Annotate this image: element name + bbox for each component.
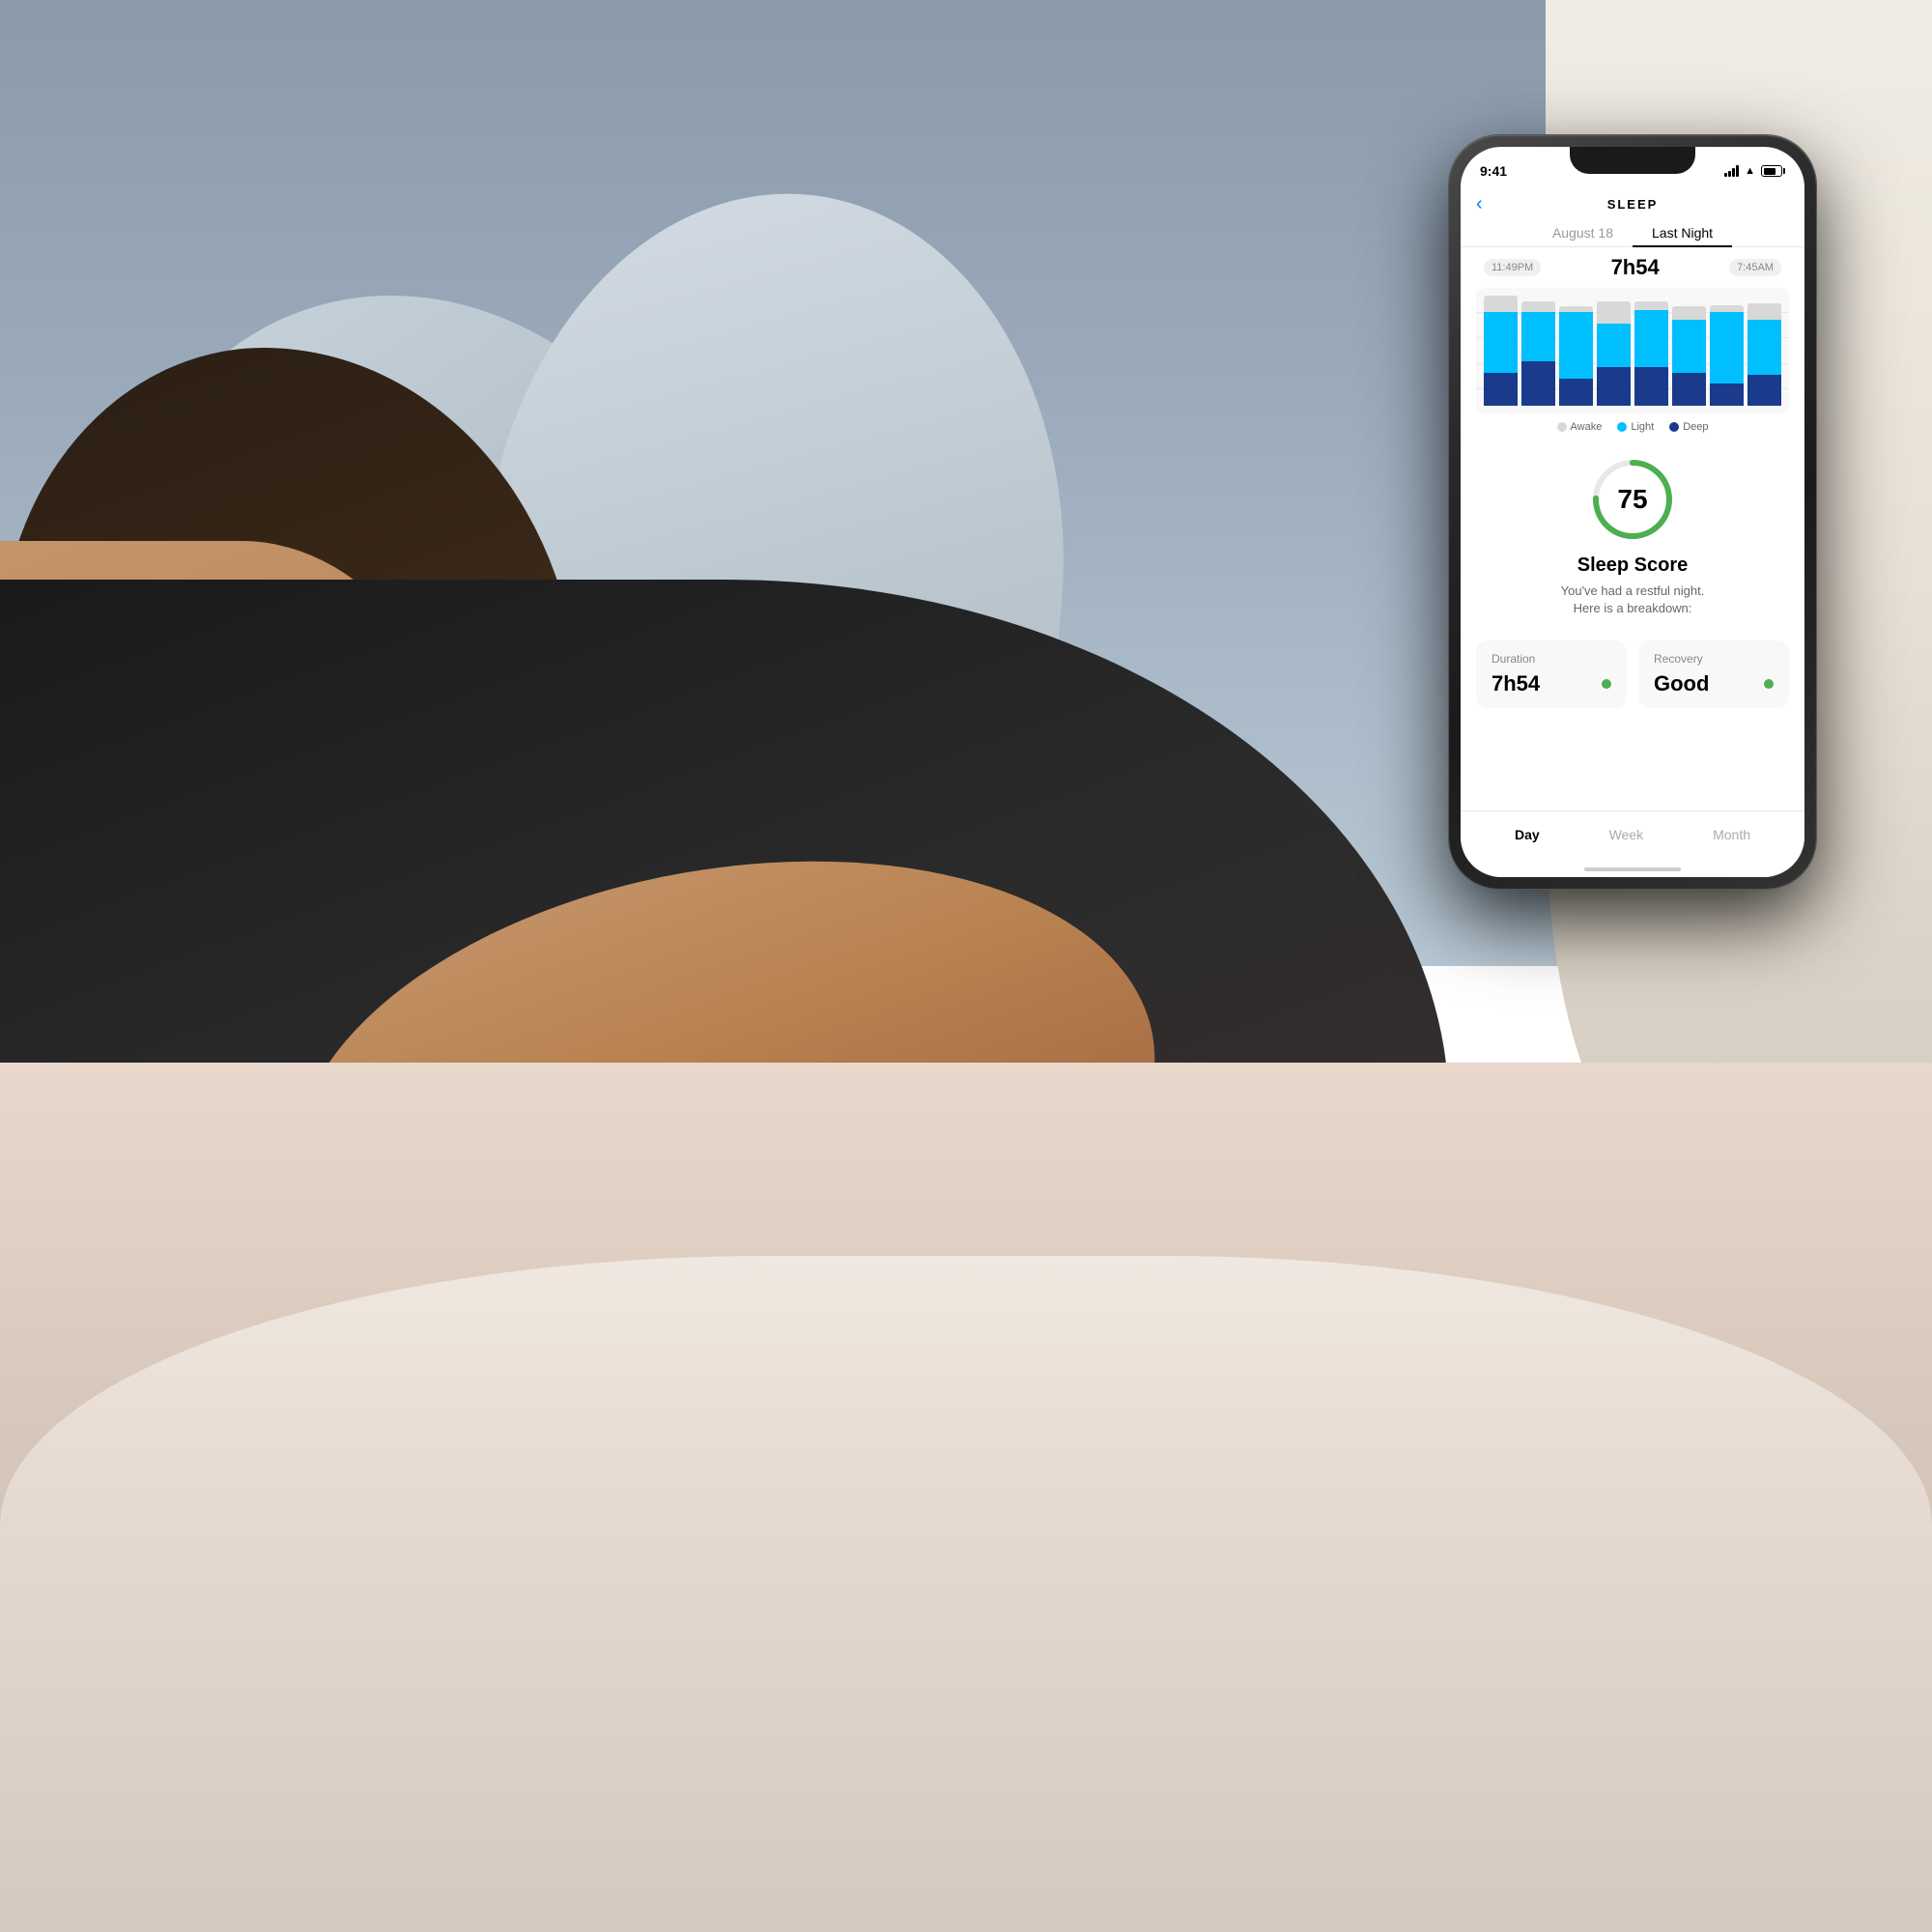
back-button[interactable]: ‹	[1476, 193, 1483, 215]
duration-value-row: 7h54	[1492, 671, 1611, 696]
score-title: Sleep Score	[1577, 554, 1689, 577]
recovery-value: Good	[1654, 671, 1709, 696]
bar-awake	[1634, 301, 1668, 310]
tab-week[interactable]: Week	[1598, 823, 1656, 846]
tab-august18[interactable]: August 18	[1533, 219, 1633, 246]
chart-bar-group	[1484, 296, 1518, 406]
bar-light	[1484, 312, 1518, 373]
chart-bar-group	[1559, 296, 1593, 406]
awake-dot	[1557, 422, 1567, 432]
bottom-tabs: Day Week Month	[1461, 810, 1804, 862]
phone-screen: 9:41 ▲	[1461, 147, 1804, 877]
bar-deep	[1521, 361, 1555, 406]
metric-duration: Duration 7h54	[1476, 640, 1627, 708]
spacer	[1461, 724, 1804, 810]
score-desc: You've had a restful night.Here is a bre…	[1561, 582, 1705, 617]
bar-light	[1559, 312, 1593, 378]
bar-deep	[1484, 373, 1518, 406]
status-time: 9:41	[1480, 163, 1507, 179]
awake-label: Awake	[1571, 421, 1603, 433]
chart-bar-group	[1597, 296, 1631, 406]
bar-light	[1634, 310, 1668, 367]
nav-title: SLEEP	[1607, 197, 1659, 212]
time-start: 11:49PM	[1484, 259, 1541, 276]
bar-deep	[1597, 367, 1631, 406]
recovery-value-row: Good	[1654, 671, 1774, 696]
status-icons: ▲	[1724, 165, 1785, 177]
signal-icon	[1724, 165, 1739, 177]
light-label: Light	[1631, 421, 1654, 433]
duration-dot	[1602, 679, 1611, 689]
recovery-label: Recovery	[1654, 652, 1774, 666]
chart-bars	[1484, 296, 1781, 406]
sleep-chart	[1476, 288, 1789, 413]
chart-bar-group	[1747, 296, 1781, 406]
legend-light: Light	[1617, 421, 1654, 433]
phone: 9:41 ▲	[1449, 135, 1816, 889]
bar-awake	[1710, 305, 1744, 312]
bar-light	[1747, 320, 1781, 375]
chart-bar-group	[1634, 296, 1668, 406]
bar-light	[1597, 324, 1631, 368]
bar-light	[1521, 312, 1555, 361]
bar-awake	[1521, 301, 1555, 312]
light-dot	[1617, 422, 1627, 432]
score-circle: 75	[1589, 456, 1676, 543]
nav-bar: ‹ SLEEP	[1461, 189, 1804, 219]
bar-light	[1710, 312, 1744, 384]
legend-awake: Awake	[1557, 421, 1603, 433]
deep-label: Deep	[1683, 421, 1708, 433]
metrics-row: Duration 7h54 Recovery Good	[1461, 640, 1804, 708]
chart-legend: Awake Light Deep	[1461, 413, 1804, 440]
bar-deep	[1747, 375, 1781, 406]
tab-day[interactable]: Day	[1503, 823, 1551, 846]
time-duration: 7h54	[1611, 255, 1660, 280]
duration-label: Duration	[1492, 652, 1611, 666]
sleep-score-section: 75 Sleep Score You've had a restful nigh…	[1461, 440, 1804, 640]
legend-deep: Deep	[1669, 421, 1708, 433]
battery-icon	[1761, 165, 1785, 177]
bar-deep	[1710, 384, 1744, 406]
time-end: 7:45AM	[1729, 259, 1781, 276]
recovery-dot	[1764, 679, 1774, 689]
bar-awake	[1672, 306, 1706, 320]
bar-deep	[1634, 367, 1668, 406]
phone-notch	[1570, 147, 1695, 174]
bar-deep	[1672, 373, 1706, 406]
date-tabs: August 18 Last Night	[1461, 219, 1804, 247]
home-indicator	[1461, 862, 1804, 877]
bar-awake	[1597, 301, 1631, 324]
home-bar	[1584, 867, 1681, 871]
phone-outer: 9:41 ▲	[1449, 135, 1816, 889]
chart-bar-group	[1521, 296, 1555, 406]
bar-awake	[1747, 303, 1781, 320]
deep-dot	[1669, 422, 1679, 432]
bar-light	[1672, 320, 1706, 373]
chart-bar-group	[1710, 296, 1744, 406]
chart-bar-group	[1672, 296, 1706, 406]
bar-deep	[1559, 379, 1593, 407]
bg-blanket	[0, 1256, 1932, 1932]
wifi-icon: ▲	[1745, 165, 1755, 177]
metric-recovery: Recovery Good	[1638, 640, 1789, 708]
time-range: 11:49PM 7h54 7:45AM	[1461, 247, 1804, 288]
score-number: 75	[1617, 484, 1647, 515]
bar-awake	[1484, 296, 1518, 312]
tab-month[interactable]: Month	[1701, 823, 1762, 846]
tab-lastnight[interactable]: Last Night	[1633, 219, 1732, 246]
duration-value: 7h54	[1492, 671, 1540, 696]
